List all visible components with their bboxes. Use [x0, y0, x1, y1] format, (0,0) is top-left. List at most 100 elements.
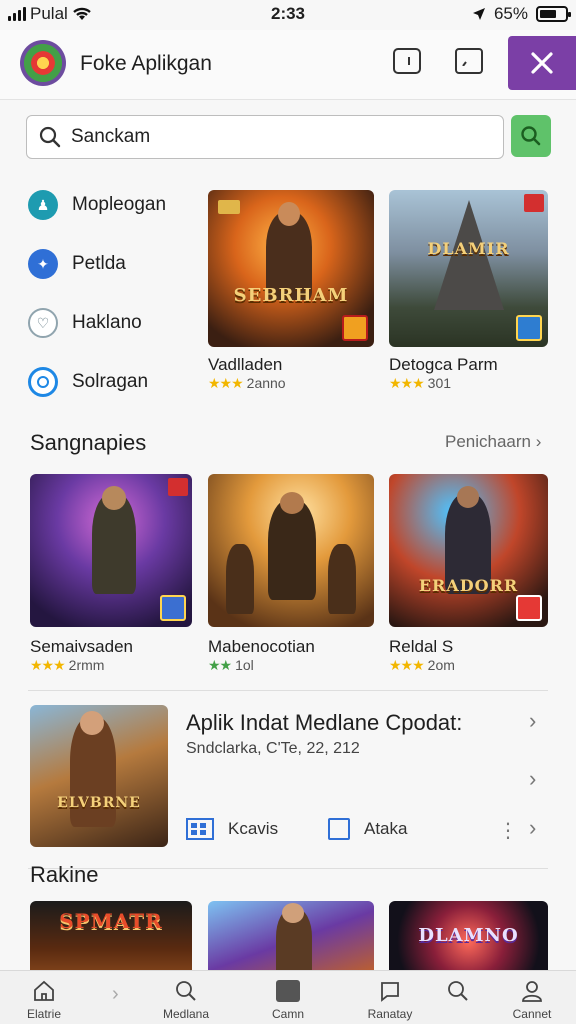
search-button[interactable]: [511, 115, 551, 157]
section-title: Rakine: [30, 862, 99, 887]
search-input[interactable]: [71, 126, 451, 148]
game-rating: ★★★ 2om: [389, 657, 455, 674]
search-icon: [521, 126, 541, 146]
game-banner: DLAMNO: [418, 924, 519, 946]
game-title: Semaivsaden: [30, 637, 134, 656]
app-logo: [20, 40, 66, 86]
close-button[interactable]: [508, 36, 576, 90]
game-title: Reldal S: [389, 637, 454, 656]
game-tile[interactable]: DLAMIR: [389, 190, 548, 347]
see-all-link[interactable]: Penichaarn ›: [445, 432, 541, 452]
game-rating: ★★★ 2rmm: [30, 657, 104, 674]
rating-stars: ★★★: [208, 375, 244, 391]
nav-label: Camn: [271, 1007, 304, 1021]
rating-value: 2anno: [246, 375, 286, 391]
section-title: Sangnapies: [30, 430, 147, 455]
rating-value: 2om: [427, 657, 455, 673]
chat-icon: [381, 982, 399, 1002]
game-title: Mabenocotian: [208, 637, 315, 656]
rating-stars: ★★: [208, 657, 232, 673]
nav-label: Ranatay: [367, 1007, 413, 1021]
game-tile[interactable]: [208, 901, 374, 981]
bookmark-icon: [524, 194, 544, 212]
download-icon[interactable]: [393, 48, 421, 74]
app-title: Foke Aplikgan: [80, 52, 212, 75]
nav-games[interactable]: Camn: [248, 979, 328, 1021]
nav-label: Medlana: [162, 1007, 210, 1021]
game-title: Detogca Parm: [389, 355, 498, 374]
category-item[interactable]: ✦ Petlda: [28, 249, 126, 279]
rating-value: 2rmm: [68, 657, 105, 673]
game-banner: ELVBRNE: [57, 794, 141, 811]
action-label: Kcavis: [228, 819, 279, 838]
category-item[interactable]: ♟ Mopleogan: [28, 190, 166, 220]
divider: [28, 868, 548, 869]
location-icon: [472, 8, 485, 20]
checkbox-icon: [328, 818, 350, 840]
category-item[interactable]: Solragan: [28, 367, 148, 397]
puzzle-icon: ✦: [28, 249, 58, 279]
status-right: 65%: [472, 4, 571, 24]
game-tile[interactable]: [208, 474, 374, 627]
battery-icon: [536, 6, 571, 22]
home-icon: [34, 980, 54, 1001]
update-subtitle: Sndclarka, C'Te, 22, 212: [186, 740, 360, 757]
nav-label: Elatrie: [26, 1007, 61, 1021]
game-tile[interactable]: SPMATR: [30, 901, 192, 981]
search-icon: [448, 981, 468, 1001]
bottom-nav: Elatrie › Medlana Camn Ranatay Cannet: [0, 970, 576, 1024]
nav-home[interactable]: Elatrie: [4, 979, 84, 1021]
rating-stars: ★★★: [389, 657, 425, 673]
search-icon: [176, 981, 196, 1001]
chevron-right-icon: ›: [112, 983, 119, 1005]
game-banner: DLAMIR: [427, 238, 510, 258]
target-icon: [28, 367, 58, 397]
rating-stars: ★★★: [30, 657, 66, 673]
game-title: Vadlladen: [208, 355, 283, 374]
update-thumbnail[interactable]: ELVBRNE: [30, 705, 168, 847]
update-title: Aplik Indat Medlane Cpodat:: [186, 710, 463, 735]
chevron-right-icon[interactable]: ›: [529, 766, 536, 792]
chevron-right-icon: ›: [535, 432, 542, 451]
message-icon[interactable]: [455, 48, 483, 74]
category-label: Petlda: [72, 253, 126, 274]
grid-icon: [186, 818, 214, 840]
publisher-badge: [342, 315, 368, 341]
game-tile[interactable]: DLAMNO: [389, 901, 548, 981]
chevron-right-icon[interactable]: ›: [529, 815, 536, 841]
game-tile[interactable]: [30, 474, 192, 627]
publisher-badge: [516, 595, 542, 621]
game-tile[interactable]: SEBRHAM: [208, 190, 374, 347]
game-rating: ★★★ 2anno: [208, 375, 286, 392]
search-icon: [39, 126, 61, 148]
bookmark-icon: [168, 478, 188, 496]
nav-account[interactable]: Cannet: [492, 979, 572, 1021]
category-item[interactable]: ♡ Haklano: [28, 308, 142, 338]
square-icon: [276, 979, 300, 1003]
game-rating: ★★★ 301: [389, 375, 451, 392]
status-bar: Pulal 2:33 65%: [0, 0, 576, 30]
chevron-right-icon[interactable]: ›: [529, 708, 536, 734]
more-icon[interactable]: ⋮: [498, 818, 518, 843]
heart-icon: ♡: [28, 308, 58, 338]
action-button[interactable]: Ataka: [328, 818, 407, 840]
game-tile[interactable]: ERADORR: [389, 474, 548, 627]
search-bar: [26, 115, 504, 159]
see-all-label: Penichaarn: [445, 432, 532, 451]
gamepad-icon: ♟: [28, 190, 58, 220]
nav-search[interactable]: [418, 979, 498, 1003]
game-banner: SPMATR: [59, 909, 163, 933]
publisher-badge: [516, 315, 542, 341]
nav-browse[interactable]: Medlana: [146, 979, 226, 1021]
nav-label: Cannet: [512, 1007, 552, 1021]
rating-stars: ★★★: [389, 375, 425, 391]
action-button[interactable]: Kcavis: [186, 818, 278, 840]
person-icon: [522, 981, 542, 1002]
close-icon: [531, 52, 553, 74]
category-label: Solragan: [72, 371, 149, 392]
category-label: Mopleogan: [72, 194, 167, 215]
divider: [28, 690, 548, 691]
game-banner: SEBRHAM: [233, 284, 349, 306]
battery-percent: 65%: [493, 4, 528, 23]
game-rating: ★★ 1ol: [208, 657, 254, 674]
